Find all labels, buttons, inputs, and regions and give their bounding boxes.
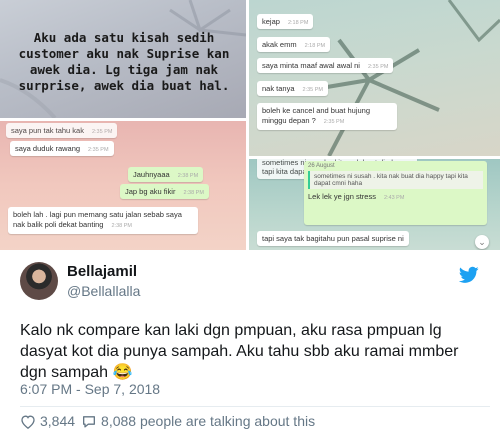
chat-bubble: saya pun tak tahu kak 2:35 PM xyxy=(6,123,118,138)
chat-bubble: boleh lah . lagi pun memang satu jalan s… xyxy=(8,207,198,234)
chat-screenshot-bottom-left: saya pun tak tahu kak 2:35 PM saya duduk … xyxy=(0,121,246,250)
tweet-timestamp[interactable]: 6:07 PM - Sep 7, 2018 xyxy=(20,381,160,397)
avatar[interactable] xyxy=(20,262,58,300)
chat-screenshot-top-right: kejap 2:18 PM akak emm 2:18 PM saya minta … xyxy=(249,0,500,156)
caption-image: Aku ada satu kisah sedih customer aku na… xyxy=(0,0,246,118)
chat-bubble: tapi saya tak bagitahu pun pasal suprise… xyxy=(257,231,409,246)
speech-bubble-icon xyxy=(83,415,96,428)
chat-bubble-outgoing: 26 August sometimes ni susah . kita nak … xyxy=(304,161,487,225)
chat-bubble: saya duduk rawang 2:35 PM xyxy=(10,141,114,156)
reply-text: Lek lek ye jgn stress xyxy=(308,192,376,201)
chat-bubble: boleh ke cancel and buat hujung minggu d… xyxy=(257,103,397,130)
face-with-tears-of-joy-emoji: 😂 xyxy=(112,364,133,381)
quoted-message: sometimes ni susah . kita nak buat dia h… xyxy=(308,171,483,189)
caption-text: Aku ada satu kisah sedih customer aku na… xyxy=(18,30,230,93)
tweet-card: Bellajamil @Bellallalla Kalo nk compare … xyxy=(0,250,500,443)
like-button[interactable]: 3,844 xyxy=(20,413,75,429)
like-count: 3,844 xyxy=(40,413,76,429)
reply-link[interactable]: 8,088 people are talking about this xyxy=(81,413,315,429)
chat-bubble: kejap 2:18 PM xyxy=(257,14,314,29)
scroll-down-button: ⌄ xyxy=(475,235,489,249)
divider xyxy=(20,406,490,407)
tweet-actions: 3,844 8,088 people are talking about thi… xyxy=(20,413,321,429)
chat-bubble: akak emm 2:18 PM xyxy=(257,37,331,52)
tweet-author-name[interactable]: Bellajamil xyxy=(67,263,137,280)
twitter-bird-icon[interactable] xyxy=(459,266,479,284)
chat-screenshot-bottom-right: sometimes ni susah . kita nak buat dia h… xyxy=(249,159,500,250)
reply-time: 2:43 PM xyxy=(383,195,405,201)
screenshot-collage: Aku ada satu kisah sedih customer aku na… xyxy=(0,0,500,250)
chat-bubble: nak tanya 2:35 PM xyxy=(257,81,329,96)
date-label: 26 August xyxy=(308,163,335,169)
talking-count: 8,088 people are talking about this xyxy=(101,413,316,429)
chat-bubble-outgoing: Jap bg aku fikir 2:38 PM xyxy=(120,184,209,199)
tweet-text: Kalo nk compare kan laki dgn pmpuan, aku… xyxy=(20,322,459,381)
chat-bubble-outgoing: Jauhnyaaa 2:38 PM xyxy=(128,167,204,182)
tweet-author-handle[interactable]: @Bellallalla xyxy=(67,283,140,299)
heart-icon xyxy=(21,414,35,429)
chat-bubble: saya minta maaf awal awal ni 2:35 PM xyxy=(257,58,394,73)
